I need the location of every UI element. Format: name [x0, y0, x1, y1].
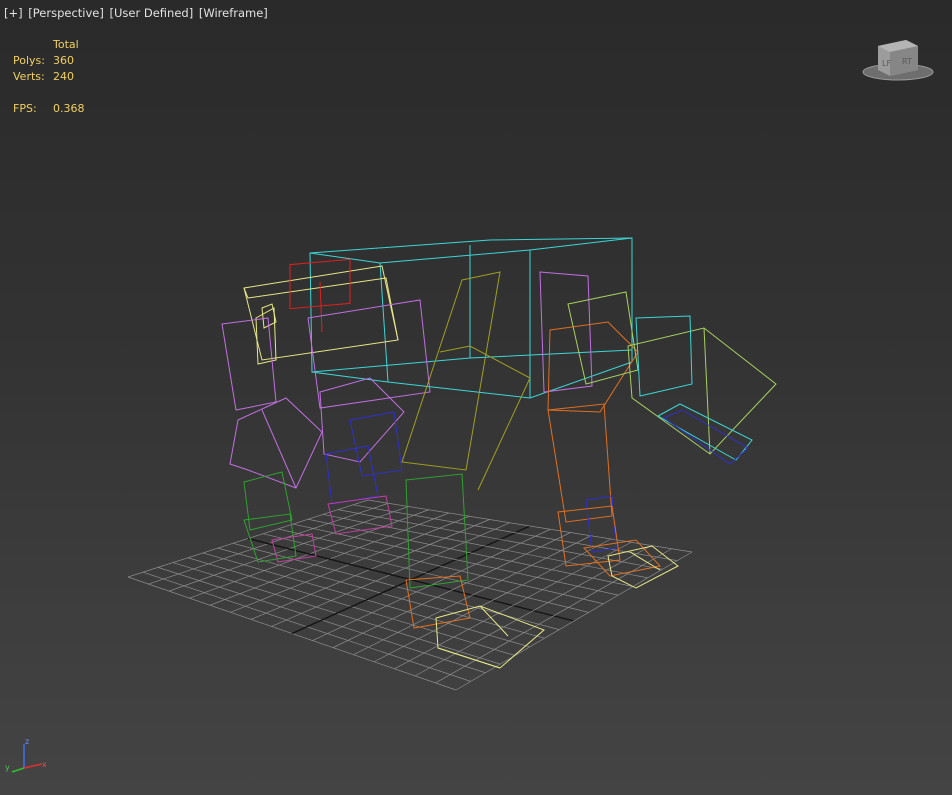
- rear-right-foot[interactable]: [327, 495, 393, 535]
- x-axis-icon: [23, 763, 43, 769]
- x-axis-label: x: [42, 760, 47, 769]
- viewport-canvas[interactable]: [0, 0, 952, 795]
- front-left-shin[interactable]: [405, 473, 469, 589]
- y-axis-icon: [11, 767, 25, 773]
- rear-right-leg[interactable]: [307, 299, 431, 463]
- grid-line: [414, 545, 652, 677]
- viewcube-right-label: RT: [902, 57, 912, 66]
- grid-line: [262, 533, 589, 613]
- axis-gizmo: z x y: [5, 737, 47, 773]
- y-axis-label: y: [5, 763, 10, 772]
- grid-line: [292, 523, 619, 596]
- rear-left-toe[interactable]: [271, 533, 317, 563]
- neck[interactable]: [255, 303, 277, 365]
- grid-line: [367, 499, 693, 553]
- z-axis-label: z: [25, 737, 29, 746]
- viewcube-left-label: LF: [882, 59, 891, 68]
- rear-left-leg[interactable]: [221, 317, 323, 489]
- weapon-muzzle[interactable]: [662, 409, 749, 465]
- home-grid: [127, 499, 693, 691]
- front-left-thigh[interactable]: [401, 271, 531, 491]
- viewcube[interactable]: LF RT: [860, 36, 936, 86]
- head-sensor[interactable]: [289, 258, 351, 333]
